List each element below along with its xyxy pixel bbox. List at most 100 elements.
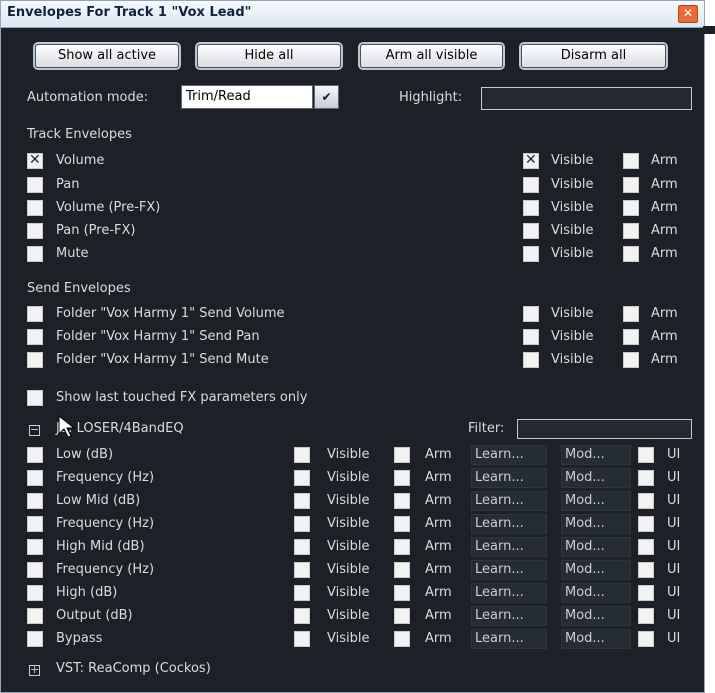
arm-checkbox[interactable] xyxy=(394,470,410,486)
param-checkbox[interactable] xyxy=(27,585,43,601)
visible-checkbox[interactable] xyxy=(294,539,310,555)
visible-label: Visible xyxy=(551,223,594,238)
learn-button[interactable]: Learn... xyxy=(471,606,547,626)
learn-button[interactable]: Learn... xyxy=(471,491,547,511)
learn-button[interactable]: Learn... xyxy=(471,468,547,488)
ui-checkbox[interactable] xyxy=(638,493,654,509)
show-last-touched-checkbox[interactable] xyxy=(27,390,43,406)
arm-label: Arm xyxy=(651,352,678,367)
arm-checkbox[interactable] xyxy=(623,177,639,193)
visible-checkbox[interactable] xyxy=(523,352,539,368)
disarm-all-button[interactable]: Disarm all xyxy=(521,44,666,68)
param-checkbox[interactable] xyxy=(27,608,43,624)
chevron-down-icon[interactable]: ✔ xyxy=(314,85,339,109)
mod-button[interactable]: Mod... xyxy=(561,629,631,649)
ui-checkbox[interactable] xyxy=(638,631,654,647)
arm-checkbox[interactable] xyxy=(394,608,410,624)
mod-button[interactable]: Mod... xyxy=(561,514,631,534)
visible-checkbox[interactable] xyxy=(523,152,539,169)
mod-button[interactable]: Mod... xyxy=(561,583,631,603)
mod-button[interactable]: Mod... xyxy=(561,606,631,626)
arm-checkbox[interactable] xyxy=(394,493,410,509)
learn-button[interactable]: Learn... xyxy=(471,560,547,580)
param-checkbox[interactable] xyxy=(27,631,43,647)
learn-button[interactable]: Learn... xyxy=(471,514,547,534)
arm-checkbox[interactable] xyxy=(394,562,410,578)
visible-checkbox[interactable] xyxy=(294,516,310,532)
ui-checkbox[interactable] xyxy=(638,470,654,486)
send-mute-checkbox[interactable] xyxy=(27,352,43,368)
visible-checkbox[interactable] xyxy=(523,177,539,193)
arm-all-visible-button[interactable]: Arm all visible xyxy=(360,44,503,68)
arm-checkbox[interactable] xyxy=(623,223,639,239)
arm-checkbox[interactable] xyxy=(623,352,639,368)
send-pan-checkbox[interactable] xyxy=(27,329,43,345)
param-checkbox[interactable] xyxy=(27,493,43,509)
ui-checkbox[interactable] xyxy=(638,608,654,624)
learn-button[interactable]: Learn... xyxy=(471,583,547,603)
highlight-input[interactable] xyxy=(481,87,692,110)
visible-checkbox[interactable] xyxy=(294,470,310,486)
volume-checkbox[interactable] xyxy=(27,152,43,169)
ui-checkbox[interactable] xyxy=(638,516,654,532)
arm-label: Arm xyxy=(425,608,452,623)
visible-checkbox[interactable] xyxy=(294,562,310,578)
arm-checkbox[interactable] xyxy=(623,200,639,216)
mod-button[interactable]: Mod... xyxy=(561,560,631,580)
arm-checkbox[interactable] xyxy=(623,246,639,262)
visible-checkbox[interactable] xyxy=(294,493,310,509)
visible-checkbox[interactable] xyxy=(523,246,539,262)
title-bar[interactable]: Envelopes For Track 1 "Vox Lead" ✕ xyxy=(1,1,704,28)
pan-prefx-checkbox[interactable] xyxy=(27,223,43,239)
send-volume-checkbox[interactable] xyxy=(27,306,43,322)
hide-all-button[interactable]: Hide all xyxy=(197,44,341,68)
visible-checkbox[interactable] xyxy=(294,631,310,647)
collapse-icon[interactable]: − xyxy=(29,424,40,436)
visible-checkbox[interactable] xyxy=(294,447,310,463)
visible-label: Visible xyxy=(551,352,594,367)
arm-checkbox[interactable] xyxy=(623,306,639,322)
expand-icon[interactable]: + xyxy=(29,664,40,676)
arm-checkbox[interactable] xyxy=(394,447,410,463)
param-checkbox[interactable] xyxy=(27,562,43,578)
mod-button[interactable]: Mod... xyxy=(561,468,631,488)
ui-checkbox[interactable] xyxy=(638,585,654,601)
visible-checkbox[interactable] xyxy=(523,223,539,239)
param-label: Low Mid (dB) xyxy=(56,493,141,508)
visible-checkbox[interactable] xyxy=(294,608,310,624)
ui-checkbox[interactable] xyxy=(638,562,654,578)
show-all-active-button[interactable]: Show all active xyxy=(35,44,179,68)
mod-button[interactable]: Mod... xyxy=(561,445,631,465)
ui-checkbox[interactable] xyxy=(638,539,654,555)
arm-checkbox[interactable] xyxy=(394,516,410,532)
filter-input[interactable] xyxy=(517,419,692,439)
mod-button[interactable]: Mod... xyxy=(561,537,631,557)
close-icon[interactable]: ✕ xyxy=(678,5,698,23)
arm-checkbox[interactable] xyxy=(394,631,410,647)
visible-label: Visible xyxy=(327,608,370,623)
arm-checkbox[interactable] xyxy=(623,329,639,345)
show-last-touched-label: Show last touched FX parameters only xyxy=(56,390,308,405)
visible-checkbox[interactable] xyxy=(523,306,539,322)
visible-checkbox[interactable] xyxy=(523,329,539,345)
learn-button[interactable]: Learn... xyxy=(471,445,547,465)
ui-checkbox[interactable] xyxy=(638,447,654,463)
learn-button[interactable]: Learn... xyxy=(471,537,547,557)
arm-checkbox[interactable] xyxy=(623,153,639,169)
visible-checkbox[interactable] xyxy=(294,585,310,601)
visible-checkbox[interactable] xyxy=(523,200,539,216)
param-checkbox[interactable] xyxy=(27,470,43,486)
learn-button[interactable]: Learn... xyxy=(471,629,547,649)
mod-button[interactable]: Mod... xyxy=(561,491,631,511)
param-checkbox[interactable] xyxy=(27,447,43,463)
mute-checkbox[interactable] xyxy=(27,246,43,262)
send-envelopes-heading: Send Envelopes xyxy=(27,281,131,296)
volume-prefx-checkbox[interactable] xyxy=(27,200,43,216)
visible-label: Visible xyxy=(551,246,594,261)
arm-checkbox[interactable] xyxy=(394,585,410,601)
param-checkbox[interactable] xyxy=(27,539,43,555)
param-checkbox[interactable] xyxy=(27,516,43,532)
arm-checkbox[interactable] xyxy=(394,539,410,555)
pan-checkbox[interactable] xyxy=(27,177,43,193)
automation-mode-select[interactable]: Trim/Read xyxy=(181,85,313,109)
